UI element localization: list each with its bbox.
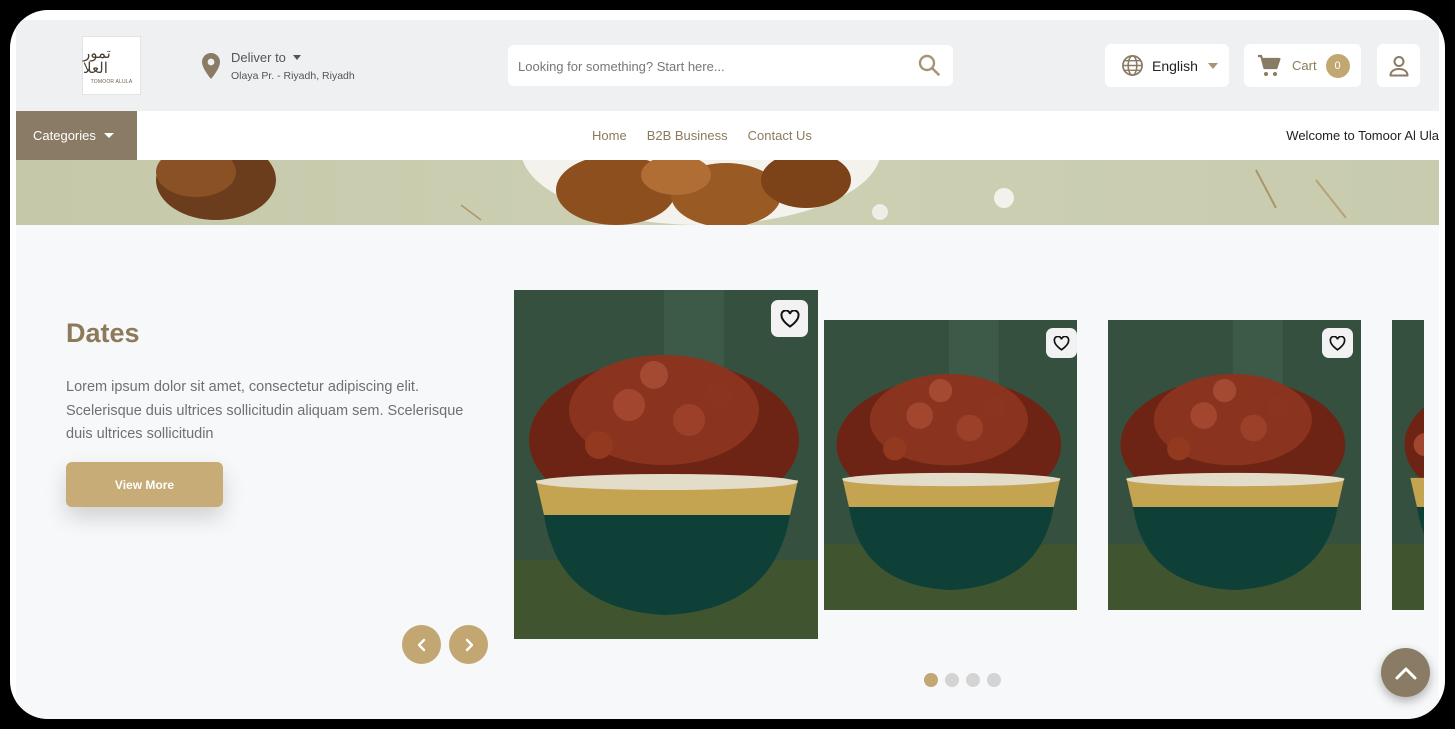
- product-card[interactable]: [1108, 320, 1361, 610]
- carousel-dots: [924, 673, 1008, 687]
- welcome-message: Welcome to Tomoor Al Ula: [1286, 128, 1439, 143]
- carousel-dot-4[interactable]: [987, 673, 1001, 687]
- carousel-dot-1[interactable]: [924, 673, 938, 687]
- device-frame: تمور العلا TOMOOR ALULA Deliver to Olaya…: [10, 10, 1445, 719]
- favorite-button[interactable]: [1046, 328, 1077, 358]
- search-input[interactable]: [508, 45, 910, 88]
- cart-button[interactable]: Cart 0: [1244, 44, 1361, 87]
- carousel-dot-2[interactable]: [945, 673, 959, 687]
- favorite-button[interactable]: [771, 300, 808, 337]
- brand-logo[interactable]: تمور العلا TOMOOR ALULA: [82, 36, 141, 95]
- nav-link-contact-us[interactable]: Contact Us: [748, 128, 812, 143]
- language-label: English: [1152, 57, 1198, 74]
- product-image: [824, 320, 1077, 610]
- chevron-up-icon: [1395, 667, 1416, 679]
- nav-link-b2b-business[interactable]: B2B Business: [647, 128, 728, 143]
- product-card[interactable]: [514, 290, 818, 639]
- heart-icon: [1053, 335, 1070, 351]
- product-image: [514, 290, 818, 639]
- nav-link-home[interactable]: Home: [592, 128, 627, 143]
- logo-english-text: TOMOOR ALULA: [90, 79, 133, 85]
- deliver-label: Deliver to: [231, 50, 286, 65]
- cart-count-badge: 0: [1325, 53, 1350, 78]
- product-card-partial[interactable]: [1392, 320, 1424, 610]
- language-selector[interactable]: English: [1105, 44, 1229, 87]
- app-screen: تمور العلا TOMOOR ALULA Deliver to Olaya…: [16, 20, 1439, 719]
- deliver-to-selector[interactable]: Deliver to Olaya Pr. - Riyadh, Riyadh: [202, 50, 355, 82]
- carousel-prev-button[interactable]: [402, 625, 441, 664]
- categories-dropdown[interactable]: Categories: [16, 111, 137, 160]
- product-image: [1392, 320, 1424, 610]
- view-more-button[interactable]: View More: [66, 462, 223, 507]
- header: تمور العلا TOMOOR ALULA Deliver to Olaya…: [16, 20, 1439, 111]
- deliver-address: Olaya Pr. - Riyadh, Riyadh: [231, 70, 355, 82]
- logo-arabic-text: تمور العلا: [83, 44, 111, 77]
- hero-banner-image: [16, 160, 1439, 225]
- chevron-down-icon: [292, 55, 301, 60]
- main-nav: Categories Home B2B Business Contact Us …: [16, 111, 1439, 160]
- user-icon: [1389, 55, 1408, 76]
- nav-links: Home B2B Business Contact Us: [592, 111, 832, 160]
- carousel-next-button[interactable]: [449, 625, 488, 664]
- search-icon[interactable]: [918, 54, 940, 76]
- favorite-button[interactable]: [1322, 328, 1353, 358]
- cart-icon: [1258, 54, 1281, 76]
- scroll-to-top-button[interactable]: [1381, 648, 1430, 697]
- cart-label: Cart: [1292, 58, 1317, 73]
- globe-icon: [1122, 55, 1143, 76]
- account-button[interactable]: [1377, 44, 1420, 87]
- chevron-right-icon: [465, 638, 473, 651]
- search-bar: [508, 45, 953, 88]
- categories-label: Categories: [33, 128, 96, 143]
- heart-icon: [779, 309, 800, 328]
- promo-description: Lorem ipsum dolor sit amet, consectetur …: [66, 379, 464, 442]
- chevron-down-icon: [103, 133, 114, 138]
- promo-title: Dates: [66, 318, 140, 348]
- heart-icon: [1329, 335, 1346, 351]
- chevron-left-icon: [417, 638, 425, 651]
- carousel-dot-3[interactable]: [966, 673, 980, 687]
- hero-banner: [16, 160, 1439, 225]
- location-pin-icon: [202, 53, 220, 79]
- product-card[interactable]: [824, 320, 1077, 610]
- product-image: [1108, 320, 1361, 610]
- chevron-down-icon: [1207, 62, 1218, 69]
